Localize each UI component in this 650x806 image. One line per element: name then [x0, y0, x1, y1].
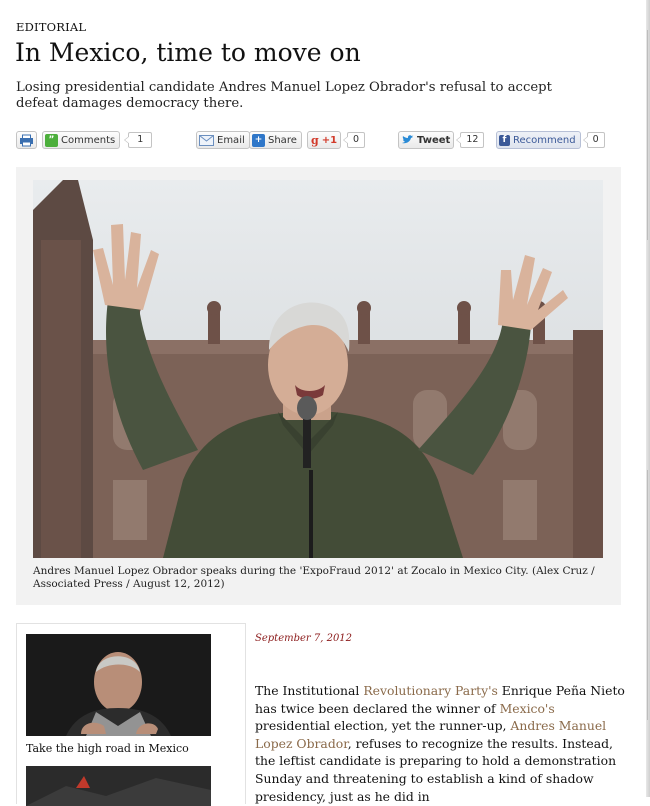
gplus-button-frame: g +1: [307, 131, 342, 149]
recommend-button-frame: f Recommend: [496, 131, 581, 149]
share-toolbar: ” Comments 1 Email + Share g +1 0 Tweet …: [16, 131, 626, 151]
envelope-icon: [199, 134, 214, 146]
article-body: The Institutional Revolutionary Party's …: [255, 682, 630, 805]
body-text: presidential election, yet the runner-up…: [255, 718, 511, 734]
dek: Losing presidential candidate Andres Man…: [16, 80, 552, 111]
share-button[interactable]: + Share: [249, 131, 302, 149]
main-photo[interactable]: [33, 180, 603, 558]
comments-icon: ”: [45, 133, 58, 147]
related-thumbnail-2[interactable]: [26, 766, 211, 806]
printer-icon: [20, 134, 33, 146]
comments-button[interactable]: ” Comments 1: [42, 131, 153, 149]
recommend-button[interactable]: f Recommend 0: [496, 131, 605, 149]
email-button[interactable]: Email: [196, 131, 250, 149]
share-label: Share: [268, 134, 297, 146]
facebook-icon: f: [499, 134, 510, 146]
related-caption[interactable]: Take the high road in Mexico: [26, 742, 189, 755]
related-photo-2-illustration: [26, 766, 211, 806]
comments-button-frame: ” Comments: [42, 131, 121, 149]
link-mexico[interactable]: Mexico's: [500, 701, 555, 716]
print-button-frame: [16, 131, 37, 149]
speaker-photo-illustration: [33, 180, 603, 558]
gplus-button[interactable]: g +1 0: [307, 131, 366, 149]
tweet-count: 12: [456, 132, 485, 148]
plus-icon: +: [252, 133, 265, 147]
related-thumbnail[interactable]: [26, 634, 211, 736]
related-box: Take the high road in Mexico: [16, 623, 246, 806]
google-plus-icon: g: [311, 133, 319, 147]
share-button-frame: + Share: [249, 131, 302, 149]
tweet-label: Tweet: [417, 134, 451, 146]
gplus-label: +1: [321, 134, 338, 146]
gplus-count: 0: [343, 132, 366, 148]
email-label: Email: [217, 134, 245, 146]
recommend-count: 0: [582, 132, 605, 148]
comments-count: 1: [124, 132, 153, 148]
headline: In Mexico, time to move on: [15, 38, 361, 67]
section-kicker: EDITORIAL: [16, 20, 87, 34]
link-pri[interactable]: Revolutionary Party's: [363, 683, 498, 698]
print-button[interactable]: [16, 131, 37, 149]
email-button-frame: Email: [196, 131, 250, 149]
divider: [647, 30, 648, 240]
tweet-button-frame: Tweet: [398, 131, 455, 149]
article-date: September 7, 2012: [255, 633, 353, 644]
recommend-label: Recommend: [513, 134, 576, 146]
divider: [647, 470, 648, 720]
twitter-bird-icon: [402, 135, 414, 144]
body-text: The Institutional: [255, 683, 364, 698]
photo-caption: Andres Manuel Lopez Obrador speaks durin…: [33, 565, 595, 590]
tweet-button[interactable]: Tweet 12: [398, 131, 485, 149]
photo-container: Andres Manuel Lopez Obrador speaks durin…: [16, 167, 621, 605]
comments-label: Comments: [61, 134, 116, 146]
related-photo-illustration: [26, 634, 211, 736]
